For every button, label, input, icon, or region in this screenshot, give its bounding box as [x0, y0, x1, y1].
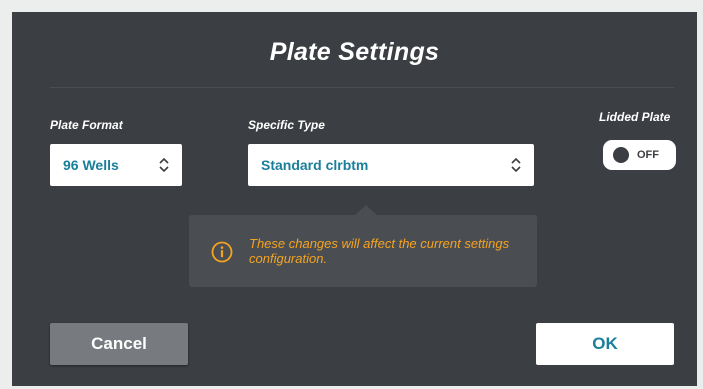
toggle-state: OFF [637, 149, 659, 161]
cancel-button[interactable]: Cancel [50, 323, 188, 365]
toggle-knob [613, 147, 629, 163]
specific-type-select[interactable]: Standard clrbtm [248, 144, 534, 186]
ok-button[interactable]: OK [536, 323, 674, 365]
plate-format-value: 96 Wells [63, 157, 119, 173]
plate-format-label: Plate Format [50, 118, 123, 132]
plate-format-select[interactable]: 96 Wells [50, 144, 182, 186]
lidded-plate-toggle[interactable]: OFF [603, 140, 676, 170]
warning-tooltip: These changes will affect the current se… [189, 215, 537, 287]
dialog-title: Plate Settings [269, 38, 440, 66]
specific-type-value: Standard clrbtm [261, 157, 369, 173]
tooltip-arrow [355, 205, 377, 215]
chevron-up-down-icon [159, 157, 169, 173]
info-icon [211, 241, 233, 263]
lidded-plate-label: Lidded Plate [599, 110, 671, 124]
specific-type-label: Specific Type [248, 118, 325, 132]
title-divider [50, 87, 674, 88]
warning-message: These changes will affect the current se… [249, 236, 510, 266]
plate-settings-dialog: Plate Settings Plate Format 96 Wells Spe… [12, 12, 697, 386]
chevron-up-down-icon [511, 157, 521, 173]
